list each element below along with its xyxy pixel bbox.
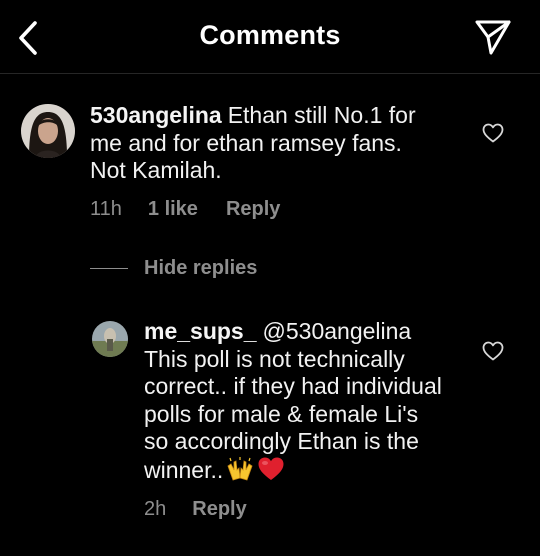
page-title: Comments [199,20,341,50]
reply-text: me_sups_ @530angelina This poll is not te… [144,318,444,488]
reply-body: This poll is not technically correct.. i… [144,345,442,483]
heart-outline-icon [482,123,504,143]
raising-hands-emoji [225,456,255,489]
chevron-left-icon [19,21,37,55]
comment-text: 530angelina Ethan still No.1 for me and f… [90,102,435,185]
comment-username[interactable]: 530angelina [90,102,222,128]
avatar[interactable] [21,104,75,158]
hide-replies-label: Hide replies [144,257,258,279]
profile-photo [21,104,75,158]
reply-username[interactable]: me_sups_ [144,318,257,344]
reply-reply-button[interactable]: Reply [192,498,246,521]
header-bar: Comments [0,0,540,74]
back-button[interactable] [12,18,44,58]
red-heart-emoji [257,456,285,489]
reply-meta: 2h Reply [144,498,247,521]
hide-replies-button[interactable]: Hide replies [90,257,257,280]
reply-avatar[interactable] [92,321,128,357]
comment-time: 11h [90,198,122,220]
comment-likes[interactable]: 1 like [148,198,198,221]
replies-divider-line [90,267,128,270]
reply-mention[interactable]: @530angelina [263,318,412,344]
reply-like-button[interactable] [480,338,506,364]
like-button[interactable] [480,120,506,146]
reply-profile-photo [92,321,128,357]
heart-outline-icon [482,341,504,361]
comment-meta: 11h 1 like Reply [90,198,280,221]
reply-button[interactable]: Reply [226,198,280,221]
share-button[interactable] [472,16,514,58]
reply-time: 2h [144,498,167,520]
paper-plane-icon [475,20,511,55]
